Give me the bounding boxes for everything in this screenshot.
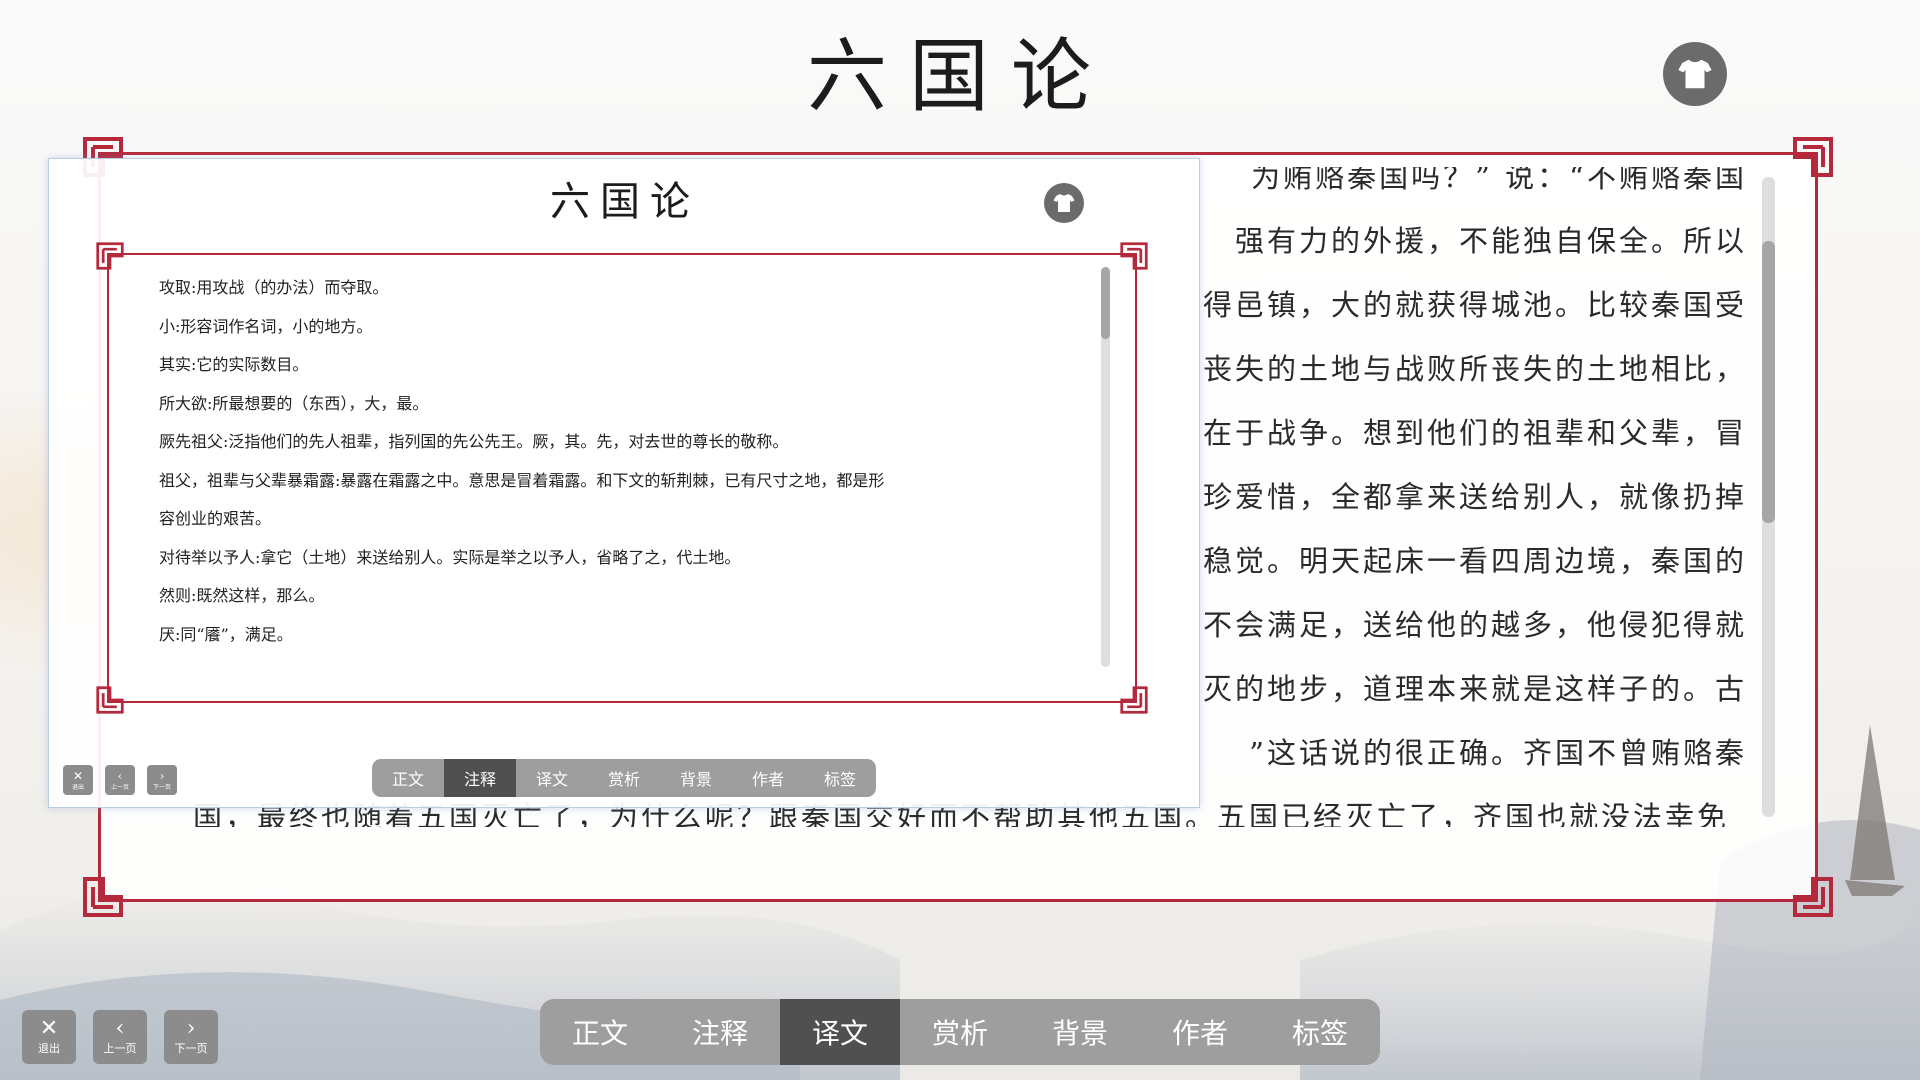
note-line: 厥先祖父:泛指他们的先人祖辈，指列国的先公先王。厥，其。先，对去世的尊长的敬称。 [159, 432, 789, 451]
popup-exit-button[interactable]: ✕ 退出 [63, 765, 93, 795]
next-page-button[interactable]: › 下一页 [164, 1010, 218, 1064]
tshirt-icon [1053, 194, 1075, 212]
frame-corner-ornament [83, 877, 123, 917]
note-line: 攻取:用攻战（的办法）而夺取。 [159, 278, 389, 297]
main-tab[interactable]: 标签 [1260, 999, 1380, 1065]
frame-corner-ornament [1120, 242, 1148, 270]
popup-tab[interactable]: 注释 [444, 759, 516, 797]
prev-page-button[interactable]: ‹ 上一页 [93, 1010, 147, 1064]
chevron-left-icon: ‹ [115, 1016, 125, 1041]
note-line: 所大欲:所最想要的（东西），大，最。 [159, 393, 429, 413]
popup-tab[interactable]: 译文 [516, 759, 588, 797]
popup-tab[interactable]: 赏析 [588, 759, 660, 797]
note-line: 对待举以予人:拿它（土地）来送给别人。实际是举之以予人，省略了之，代土地。 [159, 547, 741, 567]
main-tab[interactable]: 正文 [540, 999, 660, 1065]
main-tab[interactable]: 注释 [660, 999, 780, 1065]
exit-button[interactable]: ✕ 退出 [22, 1010, 76, 1064]
popup-content-frame: 攻取:用攻战（的办法）而夺取。 小:形容词作名词，小的地方。 其实:它的实际数目… [96, 242, 1148, 714]
main-scroll-thumb[interactable] [1762, 241, 1775, 523]
note-line: 厌:同“餍”，满足。 [159, 624, 293, 644]
chevron-right-icon: › [159, 768, 165, 783]
skin-button[interactable] [1663, 42, 1727, 106]
main-tab-bar: 正文 注释 译文 赏析 背景 作者 标签 [540, 999, 1380, 1065]
chevron-left-icon: ‹ [117, 768, 123, 783]
note-line: 祖父，祖辈与父辈暴霜露:暴露在霜露之中。意思是冒着霜露。和下文的斩荆棘，已有尺寸… [159, 470, 885, 490]
popup-prev-page-button[interactable]: ‹ 上一页 [105, 765, 135, 795]
popup-tab[interactable]: 背景 [660, 759, 732, 797]
main-tab[interactable]: 作者 [1140, 999, 1260, 1065]
frame-corner-ornament [1120, 686, 1148, 714]
note-line: 容创业的艰苦。 [159, 509, 272, 528]
page-title: 六国论 [807, 30, 1113, 123]
popup-tab[interactable]: 标签 [804, 759, 876, 797]
popup-tab[interactable]: 作者 [732, 759, 804, 797]
popup-tab[interactable]: 正文 [372, 759, 444, 797]
popup-scroll-thumb[interactable] [1101, 267, 1110, 339]
frame-corner-ornament [1793, 877, 1833, 917]
tshirt-icon [1678, 59, 1712, 89]
note-line: 小:形容词作名词，小的地方。 [159, 316, 373, 336]
main-tab[interactable]: 译文 [780, 999, 900, 1065]
popup-skin-button[interactable] [1044, 183, 1084, 223]
popup-tab-bar: 正文 注释 译文 赏析 背景 作者 标签 [372, 759, 876, 797]
frame-corner-ornament [96, 686, 124, 714]
annotation-notes: 攻取:用攻战（的办法）而夺取。 小:形容词作名词，小的地方。 其实:它的实际数目… [159, 269, 1059, 654]
popup-title: 六国论 [550, 179, 700, 225]
annotation-popup-window: 六国论 攻取:用攻战（的办法）而夺取。 小:形容词作名词，小的地方。 其实:它的… [48, 158, 1200, 808]
main-tab[interactable]: 背景 [1020, 999, 1140, 1065]
main-scrollbar[interactable] [1762, 177, 1775, 817]
popup-next-page-button[interactable]: › 下一页 [147, 765, 177, 795]
close-icon: ✕ [39, 1016, 59, 1041]
frame-corner-ornament [1793, 137, 1833, 177]
close-icon: ✕ [72, 768, 84, 783]
note-line: 然则:既然这样，那么。 [159, 586, 325, 605]
main-tab[interactable]: 赏析 [900, 999, 1020, 1065]
popup-scrollbar[interactable] [1101, 267, 1110, 667]
frame-corner-ornament [96, 242, 124, 270]
chevron-right-icon: › [186, 1016, 196, 1041]
note-line: 其实:它的实际数目。 [159, 355, 309, 374]
